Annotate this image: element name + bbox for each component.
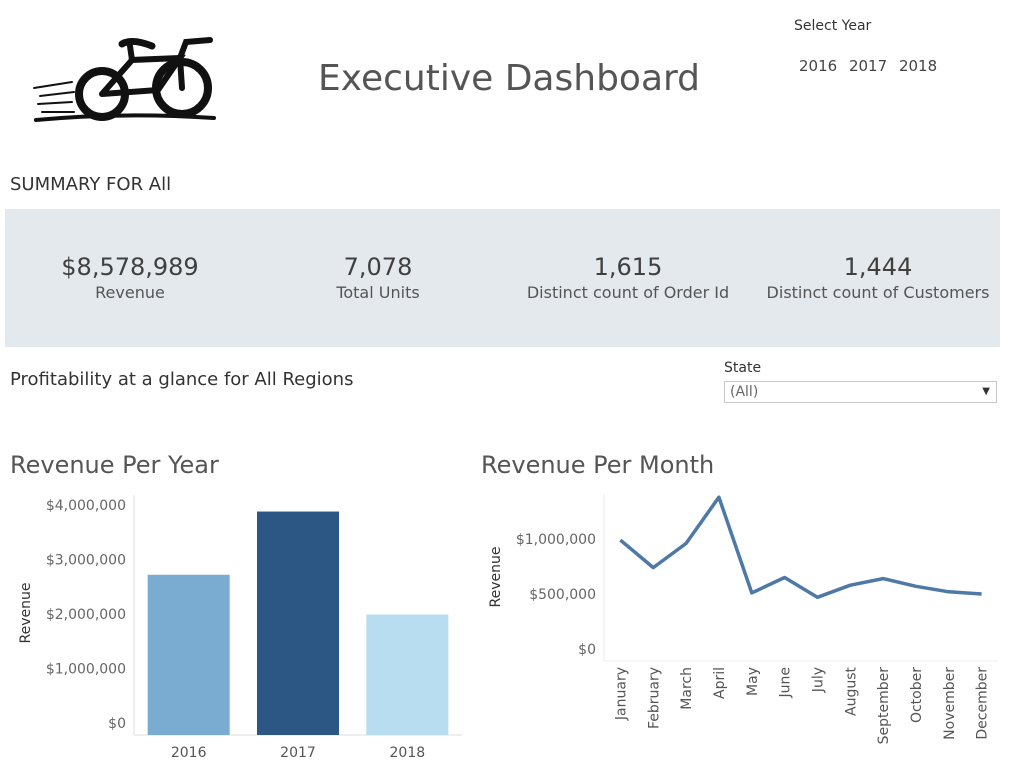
y-tick-label: $0 [578, 642, 596, 658]
year-option-2018[interactable]: 2018 [899, 57, 937, 75]
x-axis-ticks: 2016 2017 2018 [171, 745, 425, 761]
y-axis-label: Revenue [18, 583, 34, 644]
x-tick-label: March [679, 667, 695, 710]
x-tick-label: December [975, 667, 991, 740]
kpi-label: Distinct count of Order Id [526, 283, 730, 302]
x-tick-label: October [909, 667, 925, 723]
x-tick-label: 2017 [280, 745, 316, 761]
kpi-band: $8,578,989 Revenue 7,078 Total Units 1,6… [5, 209, 1000, 347]
x-tick-label: November [942, 667, 958, 740]
kpi-value: 1,444 [843, 253, 913, 281]
bar-2018[interactable] [366, 614, 449, 735]
summary-title: SUMMARY FOR All [10, 174, 172, 195]
kpi-customer-count: 1,444 Distinct count of Customers [753, 253, 1003, 302]
revenue-per-year-chart: Revenue $0 $1,000,000 $2,000,000 $3,000,000… [18, 495, 462, 761]
bar-2017[interactable] [257, 511, 339, 735]
point-january[interactable] [615, 535, 625, 545]
x-tick-label: July [810, 667, 826, 693]
y-tick-label: $3,000,000 [46, 553, 126, 569]
year-option-2017[interactable]: 2017 [849, 57, 887, 75]
kpi-value: 7,078 [343, 253, 413, 281]
revenue-per-month-title: Revenue Per Month [481, 451, 715, 479]
bicycle-logo-graphic [33, 37, 216, 122]
kpi-label: Total Units [336, 283, 420, 302]
point-february[interactable] [648, 563, 658, 573]
y-tick-label: $2,000,000 [46, 607, 126, 623]
profitability-title: Profitability at a glance for All Region… [10, 369, 354, 390]
kpi-order-count: 1,615 Distinct count of Order Id [503, 253, 753, 302]
kpi-value: 1,615 [593, 253, 663, 281]
kpi-label: Revenue [95, 283, 165, 302]
bar-2016[interactable] [147, 574, 230, 735]
bar-marks [147, 511, 449, 735]
point-august[interactable] [845, 580, 855, 590]
y-axis-ticks: $0 $500,000 $1,000,000 [516, 532, 596, 658]
x-tick-label: 2018 [390, 745, 426, 761]
point-july[interactable] [812, 592, 822, 602]
x-axis-ticks: January February March April May June July Augu… [613, 666, 990, 744]
line-marks [615, 492, 987, 602]
y-tick-label: $1,000,000 [46, 662, 126, 678]
y-axis-ticks: $0 $1,000,000 $2,000,000 $3,000,000 $4,000,0… [46, 498, 126, 732]
x-tick-label: 2016 [171, 745, 207, 761]
kpi-revenue: $8,578,989 Revenue [5, 253, 255, 302]
point-october[interactable] [911, 581, 921, 591]
x-tick-label: May [745, 667, 761, 696]
state-filter-label: State [724, 360, 762, 376]
x-tick-label: August [843, 666, 859, 716]
point-june[interactable] [780, 573, 790, 583]
point-november[interactable] [944, 587, 954, 597]
revenue-per-month-chart: Revenue $0 $500,000 $1,000,000 January Febr… [488, 492, 998, 744]
point-may[interactable] [747, 588, 757, 598]
kpi-value: $8,578,989 [61, 253, 199, 281]
y-tick-label: $1,000,000 [516, 532, 596, 548]
chevron-down-icon[interactable]: ▼ [982, 386, 990, 397]
x-tick-label: September [876, 667, 892, 745]
y-tick-label: $4,000,000 [46, 498, 126, 514]
revenue-per-year-title: Revenue Per Year [10, 451, 219, 479]
bicycle-logo [30, 34, 220, 126]
x-tick-label: January [613, 667, 629, 721]
y-axis-label: Revenue [488, 547, 504, 608]
point-march[interactable] [681, 538, 691, 548]
x-tick-label: April [712, 667, 728, 699]
year-option-2016[interactable]: 2016 [799, 57, 837, 75]
year-filter-options: 2016 2017 2018 [799, 57, 944, 75]
point-april[interactable] [714, 492, 724, 502]
point-december[interactable] [977, 589, 987, 599]
y-tick-label: $500,000 [529, 587, 596, 603]
state-filter-dropdown[interactable]: (All) ▼ [724, 381, 997, 403]
revenue-line[interactable] [619, 495, 982, 600]
year-filter-label: Select Year [794, 18, 872, 34]
kpi-total-units: 7,078 Total Units [253, 253, 503, 302]
y-tick-label: $0 [108, 716, 126, 732]
dashboard-title: Executive Dashboard [318, 58, 701, 99]
kpi-label: Distinct count of Customers [766, 283, 990, 302]
x-tick-label: February [646, 667, 662, 729]
x-tick-label: June [778, 667, 794, 699]
point-september[interactable] [878, 574, 888, 584]
state-filter-value: (All) [730, 384, 759, 400]
